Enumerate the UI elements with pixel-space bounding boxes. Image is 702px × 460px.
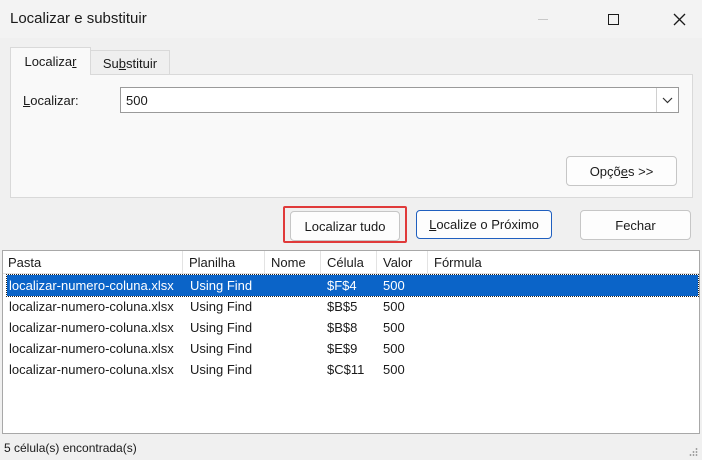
cell-pasta: localizar-numero-coluna.xlsx bbox=[9, 362, 174, 377]
cell-celula: $B$5 bbox=[327, 299, 358, 314]
table-row[interactable]: localizar-numero-coluna.xlsx Using Find … bbox=[7, 338, 698, 359]
cell-valor: 500 bbox=[383, 278, 405, 293]
cell-valor: 500 bbox=[383, 362, 405, 377]
cell-planilha: Using Find bbox=[190, 278, 253, 293]
find-all-button-label: Localizar tudo bbox=[304, 218, 386, 234]
find-replace-dialog: Localizar e substituir Localizar Substit… bbox=[0, 0, 702, 460]
minimize-button[interactable] bbox=[520, 0, 566, 38]
cell-pasta: localizar-numero-coluna.xlsx bbox=[9, 341, 174, 356]
tab-substituir[interactable]: Substituir bbox=[91, 50, 170, 75]
cell-valor: 500 bbox=[383, 341, 405, 356]
cell-celula: $E$9 bbox=[327, 341, 358, 356]
find-next-button-label: Localize o Próximo bbox=[429, 217, 539, 232]
close-window-button[interactable] bbox=[656, 0, 702, 38]
status-text: 5 célula(s) encontrada(s) bbox=[4, 441, 137, 455]
cell-valor: 500 bbox=[383, 320, 405, 335]
tab-substituir-label: Substituir bbox=[102, 55, 158, 71]
close-button[interactable]: Fechar bbox=[580, 210, 691, 240]
table-row[interactable]: localizar-numero-coluna.xlsx Using Find … bbox=[7, 317, 698, 338]
cell-planilha: Using Find bbox=[190, 341, 253, 356]
tab-localizar[interactable]: Localizar bbox=[10, 47, 91, 75]
cell-celula: $C$11 bbox=[327, 362, 365, 377]
close-button-label: Fechar bbox=[615, 217, 656, 233]
results-list[interactable]: Pasta Planilha Nome Célula Valor Fórmula… bbox=[2, 250, 700, 434]
column-header-formula[interactable]: Fórmula bbox=[429, 251, 700, 274]
table-row[interactable]: localizar-numero-coluna.xlsx Using Find … bbox=[7, 359, 698, 380]
cell-planilha: Using Find bbox=[190, 320, 253, 335]
cell-celula: $B$8 bbox=[327, 320, 358, 335]
table-row[interactable]: localizar-numero-coluna.xlsx Using Find … bbox=[6, 274, 699, 297]
column-header-valor[interactable]: Valor bbox=[378, 251, 428, 274]
cell-pasta: localizar-numero-coluna.xlsx bbox=[9, 320, 174, 335]
find-combobox[interactable] bbox=[120, 87, 679, 113]
maximize-button[interactable] bbox=[590, 0, 636, 38]
close-icon bbox=[673, 13, 685, 25]
cell-pasta: localizar-numero-coluna.xlsx bbox=[9, 278, 174, 293]
cell-planilha: Using Find bbox=[190, 299, 253, 314]
find-input[interactable] bbox=[126, 88, 646, 112]
tab-localizar-label: Localizar bbox=[24, 54, 77, 69]
cell-planilha: Using Find bbox=[190, 362, 253, 377]
options-button[interactable]: Opções >> bbox=[566, 156, 677, 186]
column-header-planilha[interactable]: Planilha bbox=[184, 251, 265, 274]
options-button-label: Opções >> bbox=[589, 163, 654, 179]
title-bar: Localizar e substituir bbox=[0, 0, 702, 38]
window-title: Localizar e substituir bbox=[10, 10, 147, 27]
column-header-pasta[interactable]: Pasta bbox=[3, 251, 183, 274]
cell-valor: 500 bbox=[383, 299, 405, 314]
resize-grip-icon[interactable] bbox=[688, 447, 698, 457]
maximize-icon bbox=[607, 13, 619, 25]
cell-pasta: localizar-numero-coluna.xlsx bbox=[9, 299, 174, 314]
find-next-button[interactable]: Localize o Próximo bbox=[416, 210, 552, 239]
column-header-celula[interactable]: Célula bbox=[322, 251, 377, 274]
minimize-icon bbox=[538, 18, 548, 20]
cell-celula: $F$4 bbox=[327, 278, 357, 293]
chevron-down-icon bbox=[662, 97, 673, 103]
find-dropdown-button[interactable] bbox=[656, 88, 678, 112]
column-header-nome[interactable]: Nome bbox=[266, 251, 321, 274]
results-header: Pasta Planilha Nome Célula Valor Fórmula bbox=[3, 251, 699, 274]
find-all-button[interactable]: Localizar tudo bbox=[290, 211, 400, 241]
table-row[interactable]: localizar-numero-coluna.xlsx Using Find … bbox=[7, 296, 698, 317]
find-label: Localizar: bbox=[23, 93, 79, 108]
